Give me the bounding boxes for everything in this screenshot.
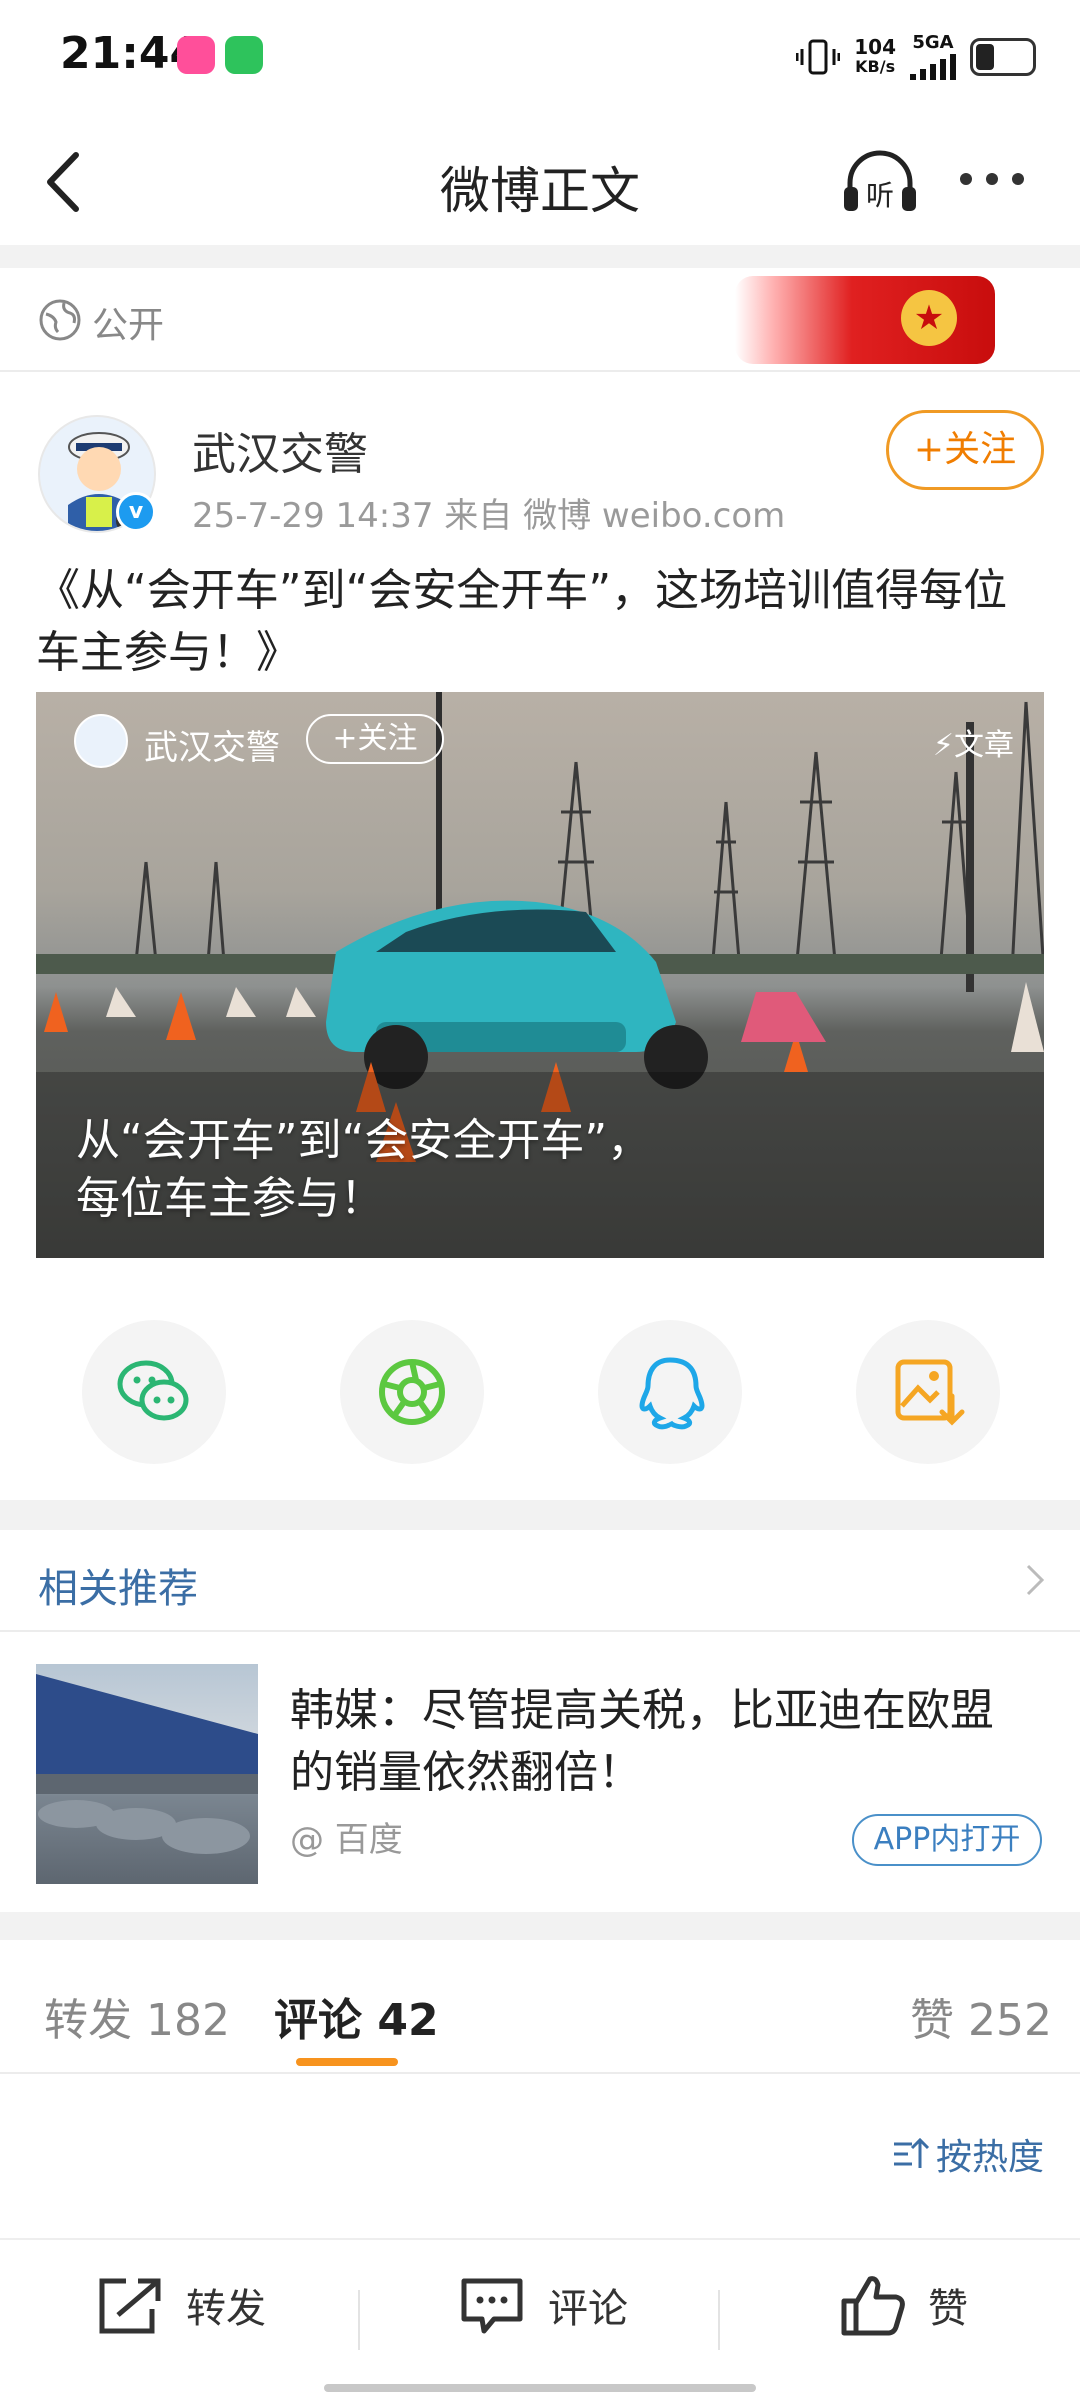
decorative-banner: ★ xyxy=(735,276,995,364)
comment-button[interactable]: 评论 xyxy=(458,2240,628,2370)
thumbs-up-icon xyxy=(841,2276,905,2336)
sort-label: 按热度 xyxy=(936,2137,1045,2178)
share-moments-button[interactable] xyxy=(340,1320,484,1464)
author-name[interactable]: 武汉交警 xyxy=(192,418,368,482)
listen-label: 听 xyxy=(866,179,894,212)
related-thumbnail[interactable] xyxy=(36,1664,258,1884)
chevron-right-icon xyxy=(1026,1564,1045,1596)
card-follow-button[interactable]: +关注 xyxy=(306,714,444,764)
home-indicator xyxy=(324,2384,756,2392)
share-wechat-button[interactable] xyxy=(82,1320,226,1464)
share-arrow-icon xyxy=(99,2278,161,2334)
card-type-badge: ⚡文章 xyxy=(933,720,1014,764)
comment-bubble-icon xyxy=(461,2278,523,2334)
battery-icon xyxy=(970,38,1036,76)
signal-indicator: 5GA xyxy=(910,34,956,80)
top-nav-bar: 微博正文 听 xyxy=(0,115,1080,245)
more-options-icon[interactable] xyxy=(960,173,1024,185)
notification-app-icon xyxy=(177,36,215,74)
interaction-tabs: 转发 182 评论 42 赞 252 xyxy=(0,1940,1080,2074)
tab-repost[interactable]: 转发 182 xyxy=(44,1984,230,2048)
section-divider xyxy=(0,1500,1080,1530)
visibility-row: 公开 ★ xyxy=(0,268,1080,372)
article-card[interactable]: 武汉交警 +关注 ⚡文章 从“会开车”到“会安全开车”， 每位车主参与！ xyxy=(36,692,1044,1258)
status-indicators: 104 KB/s 5GA xyxy=(796,32,1036,82)
bottom-divider xyxy=(358,2290,360,2350)
sort-by-hot-button[interactable]: 按热度 xyxy=(892,2128,1044,2180)
post-text: 《从“会开车”到“会安全开车”，这场培训值得每位车主参与！》 xyxy=(36,565,1008,678)
related-item-title[interactable]: 韩媒：尽管提高关税，比亚迪在欧盟的销量依然翻倍！ xyxy=(290,1680,1030,1804)
globe-icon xyxy=(39,299,81,341)
visibility-label: 公开 xyxy=(92,305,165,346)
headphone-listen-icon[interactable]: 听 xyxy=(840,143,920,223)
wechat-notification-icon xyxy=(225,36,263,74)
open-in-app-button[interactable]: APP内打开 xyxy=(852,1814,1042,1866)
wechat-icon xyxy=(117,1360,189,1421)
share-qq-button[interactable] xyxy=(598,1320,742,1464)
card-title: 从“会开车”到“会安全开车”， 每位车主参与！ xyxy=(76,1115,652,1224)
repost-button[interactable]: 转发 xyxy=(96,2240,266,2370)
moments-icon xyxy=(379,1359,445,1425)
section-divider xyxy=(0,245,1080,268)
share-save-image-button[interactable] xyxy=(856,1320,1000,1464)
qq-icon xyxy=(639,1357,705,1430)
card-author-name: 武汉交警 xyxy=(144,728,280,768)
like-button[interactable]: 赞 xyxy=(838,2240,968,2370)
card-author-avatar xyxy=(74,714,128,768)
bottom-action-bar: 转发 评论 赞 xyxy=(0,2238,1080,2400)
sort-icon xyxy=(894,2137,930,2168)
vibrate-icon xyxy=(796,39,841,75)
post-meta: 25-7-29 14:37 来自 微博 weibo.com xyxy=(192,496,786,536)
active-tab-indicator xyxy=(296,2058,398,2066)
related-title: 相关推荐 xyxy=(38,1566,198,1612)
bottom-divider xyxy=(718,2290,720,2350)
network-speed: 104 KB/s xyxy=(854,35,896,76)
lightning-icon: ⚡ xyxy=(932,728,954,763)
section-divider xyxy=(0,1912,1080,1940)
related-header[interactable]: 相关推荐 xyxy=(0,1530,1080,1632)
tab-likes[interactable]: 赞 252 xyxy=(910,1984,1052,2048)
tab-comments[interactable]: 评论 42 xyxy=(274,1984,439,2048)
related-item-source: @ 百度 xyxy=(290,1820,403,1860)
status-bar: 21:44 104 KB/s 5GA xyxy=(0,0,1080,115)
card-type-label: 文章 xyxy=(954,728,1014,763)
follow-button[interactable]: +关注 xyxy=(886,410,1044,490)
save-image-icon xyxy=(895,1359,965,1426)
verified-badge-icon: v xyxy=(116,492,156,532)
